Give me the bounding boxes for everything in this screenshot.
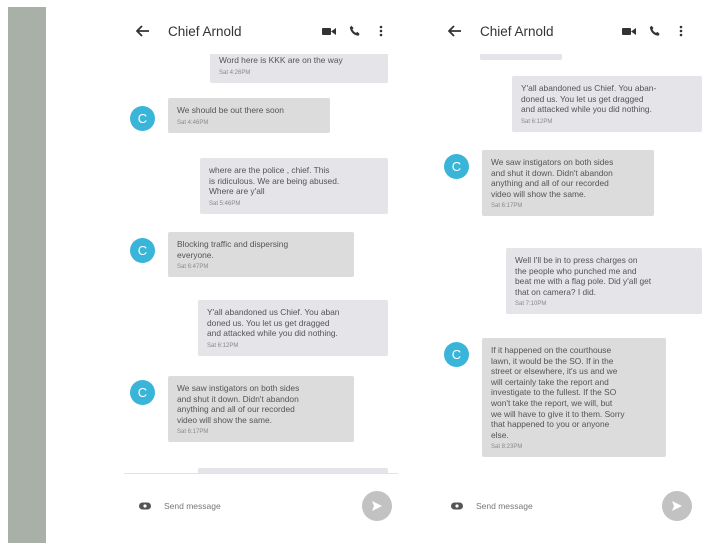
message-text: We should be out there soon xyxy=(177,105,284,115)
compose-bar: Send message xyxy=(118,474,404,538)
video-call-icon[interactable] xyxy=(320,22,338,40)
message-bubble: We saw instigators on both sides and shu… xyxy=(168,376,354,443)
message-timestamp: Sat 7:10PM xyxy=(515,301,547,308)
contact-name: Chief Arnold xyxy=(480,23,554,39)
message-timestamp: Sat 6:17PM xyxy=(177,429,209,436)
message-timestamp: Sat 8:23PM xyxy=(491,444,523,451)
message-bubble: Blocking traffic and dispersing everyone… xyxy=(168,232,354,278)
message-timestamp: Sat 4:26PM xyxy=(219,69,251,76)
phone-screen-2: Chief Arnold Y'all abandoned us Chief. Y… xyxy=(430,8,704,538)
contact-name: Chief Arnold xyxy=(168,23,242,39)
contact-avatar: C xyxy=(444,342,469,367)
conversation-header: Chief Arnold xyxy=(430,8,704,54)
message-bubble: If it happened on the courthouse lawn, i… xyxy=(482,338,666,458)
message-list[interactable]: Word here is KKK are on the way Sat 4:26… xyxy=(118,54,404,474)
message-bubble: Y'all abandoned us Chief. You aban- done… xyxy=(512,76,702,132)
more-options-icon[interactable] xyxy=(672,22,690,40)
message-list[interactable]: Y'all abandoned us Chief. You aban- done… xyxy=(430,54,704,474)
phone-screen-1: Chief Arnold Word here is KKK are on the… xyxy=(118,8,404,538)
message-timestamp: Sat 6:12PM xyxy=(521,118,553,125)
message-timestamp: Sat 4:46PM xyxy=(177,119,209,126)
send-button[interactable] xyxy=(362,491,392,521)
message-text: If it happened on the courthouse lawn, i… xyxy=(491,345,625,440)
attachment-icon[interactable] xyxy=(136,497,154,515)
side-gray-bar xyxy=(8,7,46,543)
phone-call-icon[interactable] xyxy=(646,22,664,40)
send-icon xyxy=(672,501,682,511)
send-button[interactable] xyxy=(662,491,692,521)
message-bubble: where are the police , chief. This is ri… xyxy=(200,158,388,214)
contact-avatar: C xyxy=(130,380,155,405)
message-timestamp: Sat 6:17PM xyxy=(491,203,523,210)
message-bubble: Y'all abandoned us Chief. You aban doned… xyxy=(198,300,388,356)
contact-avatar: C xyxy=(444,154,469,179)
message-timestamp: Sat 6:47PM xyxy=(177,264,209,271)
message-text: Y'all abandoned us Chief. You aban doned… xyxy=(207,307,340,339)
message-text: where are the police , chief. This is ri… xyxy=(209,165,340,197)
compose-bar: Send message xyxy=(430,474,704,538)
message-input[interactable]: Send message xyxy=(476,501,662,511)
message-bubble: We should be out there soon Sat 4:46PM xyxy=(168,98,330,133)
message-text: We saw instigators on both sides and shu… xyxy=(177,383,300,425)
attachment-icon[interactable] xyxy=(448,497,466,515)
message-bubble-partial xyxy=(480,54,562,60)
message-text: Word here is KKK are on the way xyxy=(219,55,343,65)
message-input[interactable]: Send message xyxy=(164,501,362,511)
message-text: We saw instigators on both sides and shu… xyxy=(491,157,614,199)
conversation-header: Chief Arnold xyxy=(118,8,404,54)
send-icon xyxy=(372,501,382,511)
contact-avatar: C xyxy=(130,106,155,131)
message-text: Well I'll be in to press charges on the … xyxy=(515,255,652,297)
message-timestamp: Sat 5:46PM xyxy=(209,200,241,207)
message-text: Y'all abandoned us Chief. You aban- done… xyxy=(521,83,657,115)
more-options-icon[interactable] xyxy=(372,22,390,40)
message-bubble: Well I'll be in to press charges on the … xyxy=(506,248,702,315)
contact-avatar: C xyxy=(130,238,155,263)
back-arrow-icon[interactable] xyxy=(132,20,154,42)
back-arrow-icon[interactable] xyxy=(444,20,466,42)
message-text: Blocking traffic and dispersing everyone… xyxy=(177,239,289,260)
page-margin xyxy=(0,0,8,546)
message-bubble: Word here is KKK are on the way Sat 4:26… xyxy=(210,54,388,83)
phone-call-icon[interactable] xyxy=(346,22,364,40)
video-call-icon[interactable] xyxy=(620,22,638,40)
message-bubble: We saw instigators on both sides and shu… xyxy=(482,150,654,217)
message-timestamp: Sat 6:12PM xyxy=(207,342,239,349)
